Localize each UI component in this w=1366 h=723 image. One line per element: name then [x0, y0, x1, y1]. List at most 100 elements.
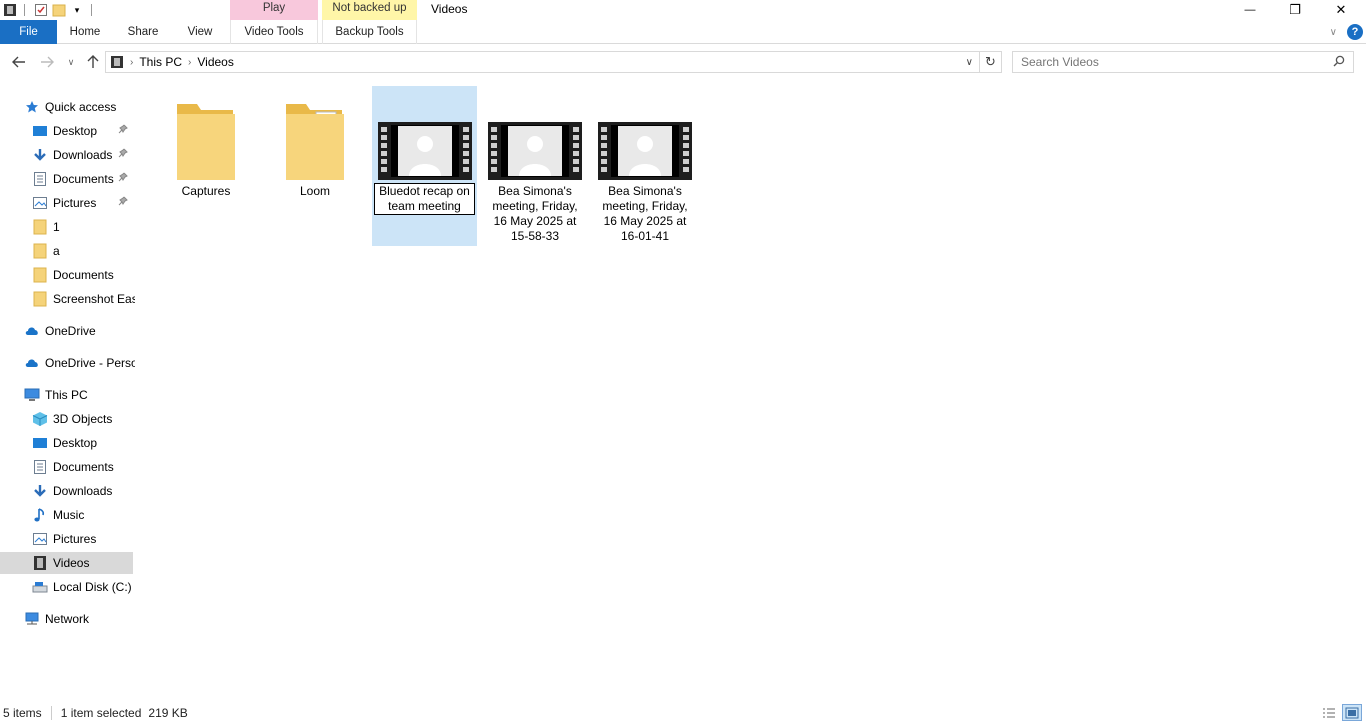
breadcrumb-this-pc[interactable]: This PC	[139, 55, 182, 69]
back-arrow-icon	[12, 56, 25, 68]
download-icon	[32, 147, 48, 163]
tab-view[interactable]: View	[176, 20, 224, 44]
nav-item-desktop[interactable]: Desktop	[0, 120, 135, 142]
folder-item[interactable]: Captures	[157, 86, 255, 199]
nav-item-label: Pictures	[53, 532, 97, 546]
pictures-icon	[32, 531, 48, 547]
nav-item-music[interactable]: Music	[0, 504, 135, 526]
nav-item-desktop[interactable]: Desktop	[0, 432, 135, 454]
nav-item-label: Downloads	[53, 484, 113, 498]
nav-item-label: Desktop	[53, 436, 98, 450]
documents-icon	[32, 459, 48, 475]
close-button[interactable]: ✕	[1318, 0, 1364, 20]
folder-icon	[266, 86, 364, 182]
breadcrumb-chevron-icon[interactable]: ›	[188, 57, 191, 68]
video-file-item[interactable]: Bluedot recap on team meeting	[372, 86, 477, 246]
nav-item-local-disk-c[interactable]: Local Disk (C:)	[0, 576, 135, 598]
close-icon: ✕	[1335, 2, 1347, 17]
nav-item-onedrive-perso[interactable]: OneDrive - Perso	[0, 352, 135, 374]
file-name-edit[interactable]: Bluedot recap on team meeting	[374, 183, 475, 215]
forward-button[interactable]	[38, 52, 56, 72]
tab-share[interactable]: Share	[118, 20, 168, 44]
search-box[interactable]	[1012, 51, 1354, 73]
pin-icon	[118, 148, 128, 161]
customize-toolbar-icon[interactable]: ▾	[69, 2, 85, 18]
documents-icon	[32, 171, 48, 187]
backup-context-label: Not backed up	[322, 0, 417, 20]
video-file-item[interactable]: Bea Simona's meeting, Friday, 16 May 202…	[486, 86, 584, 244]
minimize-button[interactable]: —	[1227, 0, 1273, 20]
nav-item-label: a	[53, 244, 60, 258]
nav-item-label: Network	[45, 612, 90, 626]
video-thumbnail-icon	[486, 86, 584, 182]
film-icon	[110, 55, 124, 69]
nav-item-network[interactable]: Network	[0, 608, 135, 630]
folder-icon	[32, 219, 48, 235]
nav-item-this-pc[interactable]: This PC	[0, 384, 135, 406]
restore-button[interactable]: ❐	[1272, 0, 1318, 20]
search-icon[interactable]	[1333, 55, 1345, 70]
refresh-icon[interactable]: ↻	[979, 52, 1001, 72]
details-view-button[interactable]	[1319, 704, 1339, 721]
file-name: Captures	[181, 184, 231, 198]
large-icons-view-icon	[1345, 707, 1359, 718]
folder-icon	[157, 86, 255, 182]
separator	[24, 4, 25, 16]
nav-item-3d-objects[interactable]: 3D Objects	[0, 408, 135, 430]
tab-video-tools[interactable]: Video Tools	[230, 20, 318, 44]
up-button[interactable]	[84, 52, 102, 72]
details-view-icon	[1323, 708, 1335, 717]
search-input[interactable]	[1021, 55, 1321, 69]
film-icon[interactable]	[2, 2, 18, 18]
nav-item-downloads[interactable]: Downloads	[0, 480, 135, 502]
breadcrumb-chevron-icon[interactable]: ›	[130, 57, 133, 68]
nav-item-documents[interactable]: Documents	[0, 168, 135, 190]
file-name: Bea Simona's meeting, Friday, 16 May 202…	[602, 184, 688, 243]
expand-ribbon-icon[interactable]: ∨	[1330, 27, 1337, 38]
nav-item-screenshot-easy[interactable]: Screenshot Easy	[0, 288, 135, 310]
nav-item-label: Screenshot Easy	[53, 292, 135, 306]
nav-item-quick-access[interactable]: Quick access	[0, 96, 135, 118]
chevron-down-icon: ∨	[67, 56, 75, 67]
folder-item[interactable]: Loom	[266, 86, 364, 199]
nav-item-1[interactable]: 1	[0, 216, 135, 238]
nav-item-label: OneDrive	[45, 324, 96, 338]
address-dropdown-icon[interactable]: ∨	[966, 57, 973, 68]
status-divider	[50, 705, 52, 720]
separator	[91, 4, 92, 16]
video-file-item[interactable]: Bea Simona's meeting, Friday, 16 May 202…	[596, 86, 694, 244]
file-name: Bea Simona's meeting, Friday, 16 May 202…	[492, 184, 578, 243]
nav-item-videos[interactable]: Videos	[0, 552, 133, 574]
large-icons-view-button[interactable]	[1342, 704, 1362, 721]
folder-icon	[32, 291, 48, 307]
nav-item-downloads[interactable]: Downloads	[0, 144, 135, 166]
help-icon[interactable]: ?	[1347, 24, 1363, 40]
nav-item-onedrive[interactable]: OneDrive	[0, 320, 135, 342]
nav-item-documents[interactable]: Documents	[0, 264, 135, 286]
recent-locations-button[interactable]: ∨	[64, 52, 78, 72]
nav-item-pictures[interactable]: Pictures	[0, 528, 135, 550]
nav-item-label: Downloads	[53, 148, 113, 162]
tab-home[interactable]: Home	[60, 20, 110, 44]
minimize-icon: —	[1244, 4, 1256, 16]
desktop-icon	[32, 435, 48, 451]
desktop-icon	[32, 123, 48, 139]
new-folder-icon[interactable]	[51, 2, 67, 18]
tab-backup-tools[interactable]: Backup Tools	[322, 20, 417, 44]
tab-file[interactable]: File	[0, 20, 57, 44]
nav-item-label: Documents	[53, 268, 114, 282]
nav-item-a[interactable]: a	[0, 240, 135, 262]
address-bar[interactable]: › This PC › Videos ∨ ↻	[105, 51, 1002, 73]
folder-icon	[32, 243, 48, 259]
nav-item-pictures[interactable]: Pictures	[0, 192, 135, 214]
nav-item-label: Quick access	[45, 100, 117, 114]
properties-icon[interactable]	[33, 2, 49, 18]
nav-item-documents[interactable]: Documents	[0, 456, 135, 478]
breadcrumb-videos[interactable]: Videos	[197, 55, 233, 69]
cloud-icon	[24, 355, 40, 371]
selection-count: 1 item selected	[60, 705, 142, 720]
pin-icon	[118, 196, 128, 209]
nav-item-label: Videos	[53, 556, 90, 570]
item-count: 5 items	[3, 705, 42, 720]
back-button[interactable]	[10, 52, 28, 72]
